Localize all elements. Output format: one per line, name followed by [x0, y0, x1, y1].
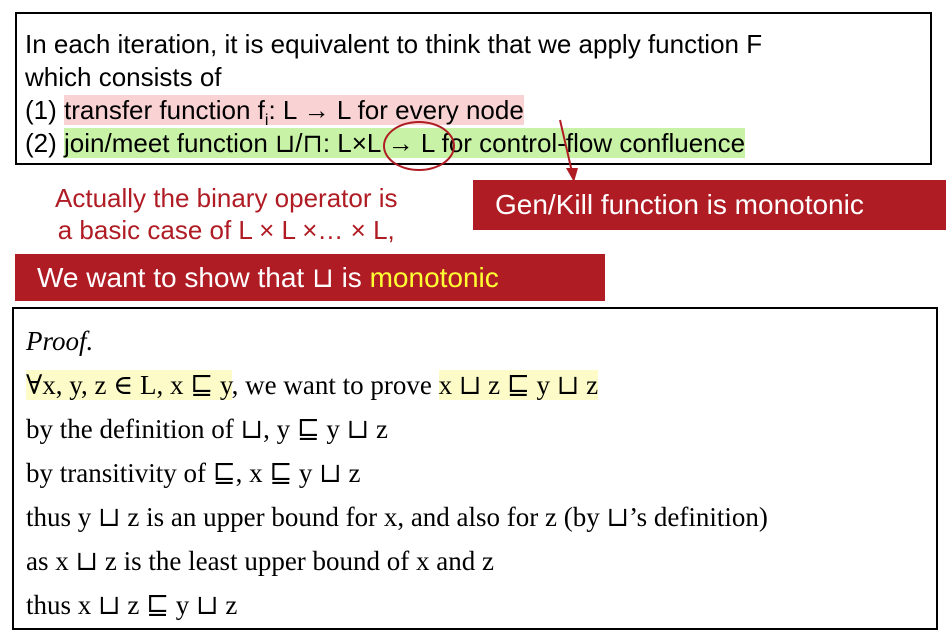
proof-line-1: ∀x, y, z ∈ L, x ⊑ y, we want to prove x …: [26, 363, 936, 407]
item-join-meet-function: (2) join/meet function ⊔/⊓: L×L → L for …: [25, 127, 930, 160]
proof-title: Proof.: [26, 326, 94, 356]
goal-banner: We want to show that ⊔ is monotonic: [15, 254, 605, 301]
proof-goal: x ⊔ z ⊑ y ⊔ z: [438, 370, 599, 400]
goal-banner-text: We want to show that ⊔ is: [37, 262, 370, 293]
proof-line-5: as x ⊔ z is the least upper bound of x a…: [26, 546, 495, 576]
join-meet-domain: L×L: [337, 128, 381, 158]
transfer-function-text: transfer function fi: L → L for every no…: [64, 95, 524, 129]
proof-line-3: by transitivity of ⊑, x ⊑ y ⊔ z: [26, 458, 361, 488]
item-2-number: (2): [25, 128, 57, 158]
definition-box: In each iteration, it is equivalent to t…: [15, 12, 932, 165]
intro-line-1: In each iteration, it is equivalent to t…: [25, 29, 763, 59]
transfer-function-label: transfer function f: [64, 95, 265, 125]
binary-operator-note-line-2: a basic case of L × L ×… × L,: [57, 215, 395, 245]
proof-premise: ∀x, y, z ∈ L, x ⊑ y: [26, 370, 232, 400]
proof-line-6: thus x ⊔ z ⊑ y ⊔ z: [26, 590, 238, 620]
transfer-function-signature: : L → L for every node: [268, 95, 524, 125]
domain-circle-annotation: [383, 121, 455, 171]
genkill-monotonic-banner: Gen/Kill function is monotonic: [473, 180, 946, 230]
proof-connector: , we want to prove: [231, 370, 439, 400]
goal-banner-highlight: monotonic: [369, 262, 499, 293]
binary-operator-note: Actually the binary operator is a basic …: [55, 182, 398, 246]
proof-box: Proof. ∀x, y, z ∈ L, x ⊑ y, we want to p…: [12, 307, 938, 630]
proof-line-2: by the definition of ⊔, y ⊑ y ⊔ z: [26, 414, 389, 444]
binary-operator-note-line-1: Actually the binary operator is: [55, 183, 398, 213]
join-meet-label: join/meet function ⊔/⊓:: [64, 128, 338, 158]
item-transfer-function: (1) transfer function fi: L → L for ever…: [25, 94, 930, 129]
proof-line-4: thus y ⊔ z is an upper bound for x, and …: [26, 502, 768, 532]
intro-line-2: which consists of: [25, 62, 222, 92]
item-1-number: (1): [25, 95, 57, 125]
